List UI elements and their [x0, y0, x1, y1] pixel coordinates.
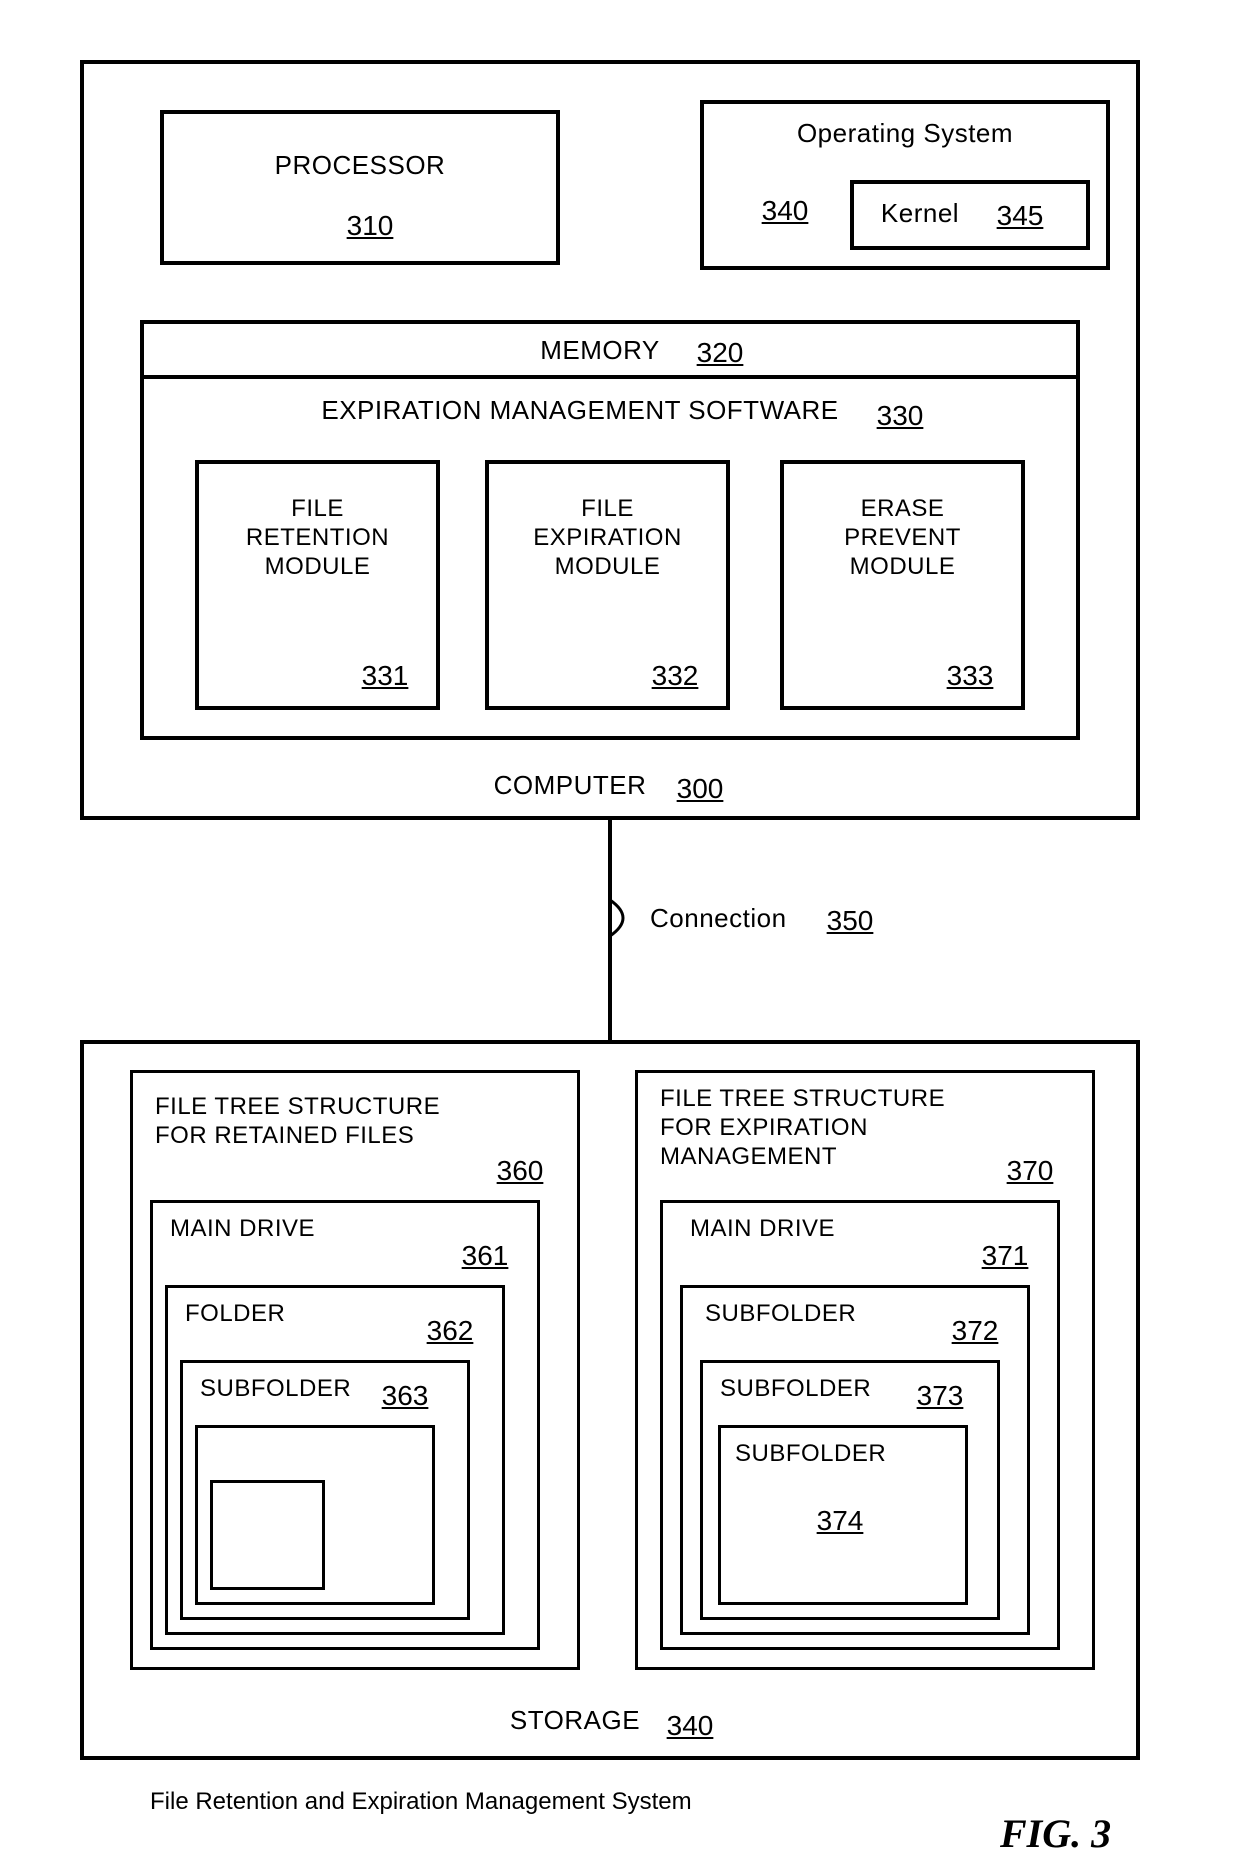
computer-label: COMPUTER	[480, 770, 660, 801]
os-ref: 340	[755, 195, 815, 227]
processor-label: PROCESSOR	[260, 150, 460, 181]
expiration-tree-l3-label: SUBFOLDER	[720, 1375, 920, 1404]
expiration-tree-l4-label: SUBFOLDER	[735, 1440, 935, 1469]
expiration-tree-l2-ref: 372	[945, 1315, 1005, 1347]
caption: File Retention and Expiration Management…	[150, 1788, 692, 1816]
retained-tree-l1-label: MAIN DRIVE	[170, 1215, 370, 1244]
ems-label: EXPIRATION MANAGEMENT SOFTWARE	[300, 395, 860, 426]
kernel-label: Kernel	[870, 198, 970, 229]
expiration-tree-ref: 370	[1000, 1155, 1060, 1187]
connection-label: Connection	[650, 903, 810, 934]
retained-tree-l3-ref: 363	[375, 1380, 435, 1412]
connection-arc-icon	[608, 900, 648, 940]
module-erase-prevent-ref: 333	[940, 660, 1000, 692]
kernel-ref: 345	[990, 200, 1050, 232]
module-erase-prevent-label: ERASE PREVENT MODULE	[780, 495, 1025, 581]
expiration-tree-l3-ref: 373	[910, 1380, 970, 1412]
ems-ref: 330	[870, 400, 930, 432]
memory-divider	[140, 375, 1080, 379]
retained-tree-l5	[210, 1480, 325, 1590]
module-file-retention-ref: 331	[355, 660, 415, 692]
storage-ref: 340	[660, 1710, 720, 1742]
retained-tree-ref: 360	[490, 1155, 550, 1187]
expiration-tree-l4-ref: 374	[810, 1505, 870, 1537]
retained-tree-l1-ref: 361	[455, 1240, 515, 1272]
retained-tree-l2-ref: 362	[420, 1315, 480, 1347]
retained-tree-title: FILE TREE STRUCTURE FOR RETAINED FILES	[155, 1093, 495, 1151]
module-file-expiration-label: FILE EXPIRATION MODULE	[485, 495, 730, 581]
module-file-retention-label: FILE RETENTION MODULE	[195, 495, 440, 581]
module-file-expiration-ref: 332	[645, 660, 705, 692]
expiration-tree-l1-label: MAIN DRIVE	[690, 1215, 890, 1244]
expiration-tree-title: FILE TREE STRUCTURE FOR EXPIRATION MANAG…	[660, 1085, 1000, 1171]
processor-ref: 310	[340, 210, 400, 242]
storage-label: STORAGE	[500, 1705, 650, 1736]
retained-tree-l3-label: SUBFOLDER	[200, 1375, 400, 1404]
computer-ref: 300	[670, 773, 730, 805]
figure-number: FIG. 3	[1000, 1810, 1111, 1857]
os-label: Operating System	[780, 118, 1030, 149]
expiration-tree-l1-ref: 371	[975, 1240, 1035, 1272]
memory-ref: 320	[690, 337, 750, 369]
page-canvas: PROCESSOR 310 Operating System 340 Kerne…	[0, 0, 1240, 1872]
memory-label: MEMORY	[530, 335, 670, 366]
expiration-tree-l2-label: SUBFOLDER	[705, 1300, 905, 1329]
retained-tree-l2-label: FOLDER	[185, 1300, 385, 1329]
connection-ref: 350	[820, 905, 880, 937]
